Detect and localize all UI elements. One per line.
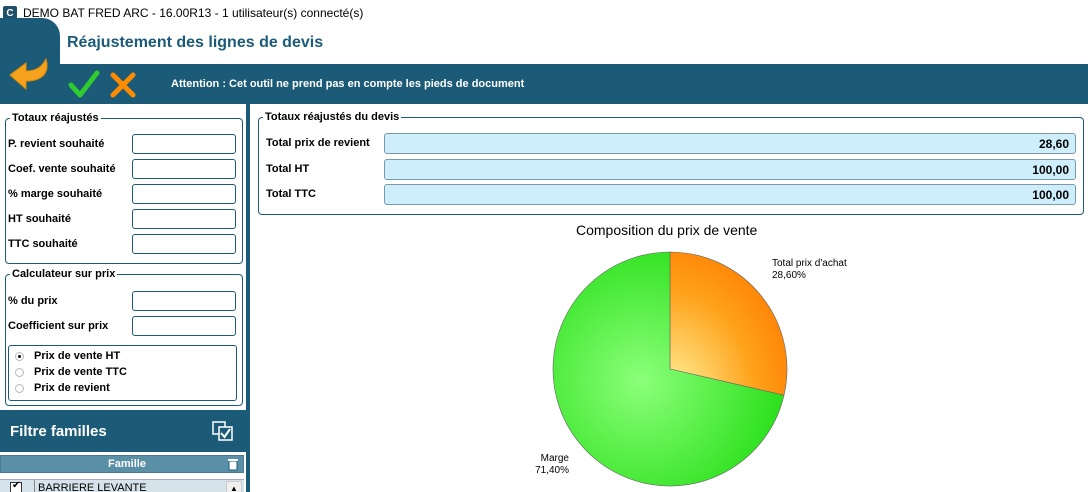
page-title: Réajustement des lignes de devis [67,34,324,51]
radio-label: Prix de vente TTC [34,366,127,378]
window-title: DEMO BAT FRED ARC - 16.00R13 - 1 utilisa… [23,6,364,20]
left-panel: Totaux réajustés P. revient souhaité Coe… [0,104,246,492]
row-checkbox[interactable] [10,480,22,492]
field-ttc: TTC souhaité [8,234,238,256]
filtre-familles-title: Filtre familles [10,423,107,440]
pct-prix-input[interactable] [132,291,236,311]
field-coef-vente: Coef. vente souhaité [8,159,238,181]
p-revient-input[interactable] [132,134,236,154]
radio-dot [15,383,24,393]
ttc-input[interactable] [132,234,236,254]
ht-input[interactable] [132,209,236,229]
radio-prix-vente-ht[interactable]: Prix de vente HT [15,348,120,364]
field-label: TTC souhaité [8,238,78,250]
field-marge: % marge souhaité [8,184,238,206]
price-type-radio-group: Prix de vente HT Prix de vente TTC Prix … [8,345,237,401]
header-bar [0,64,1088,104]
window-titlebar: C DEMO BAT FRED ARC - 16.00R13 - 1 utili… [0,0,1088,26]
totaux-reajustes-legend: Totaux réajustés [12,112,99,124]
column-famille[interactable]: Famille [37,458,217,470]
total-ttc-value: 100,00 [384,184,1076,205]
chart-title: Composition du prix de vente [576,222,758,238]
field-p-revient: P. revient souhaité [8,134,238,156]
header-top: Réajustement des lignes de devis [0,26,1088,64]
radio-dot [15,367,24,377]
total-label: Total TTC [266,188,316,200]
marge-input[interactable] [132,184,236,204]
radio-label: Prix de vente HT [34,350,121,362]
famille-table-header: Famille [0,455,244,473]
field-label: P. revient souhaité [8,138,105,150]
totaux-devis-legend: Totaux réajustés du devis [265,111,400,123]
field-label: HT souhaité [8,213,71,225]
radio-prix-vente-ttc[interactable]: Prix de vente TTC [15,364,127,380]
scroll-up-arrow-icon[interactable]: ▲ [226,481,242,492]
select-all-checkbox-icon[interactable] [212,421,234,441]
field-label: Coefficient sur prix [8,320,109,332]
back-arrow-icon[interactable] [6,55,54,95]
total-prix-revient-row: Total prix de revient 28,60 [266,133,1076,155]
trash-icon[interactable] [227,458,239,471]
row-separator [34,480,35,492]
pie-label-achat: Total prix d'achat 28,60% [772,258,847,282]
warning-message: Attention : Cet outil ne prend pas en co… [171,78,525,90]
panel-divider[interactable] [246,104,250,492]
total-ht-value: 100,00 [384,159,1076,180]
field-pct-prix: % du prix [8,291,238,313]
coefficient-input[interactable] [132,316,236,336]
field-ht: HT souhaité [8,209,238,231]
total-ht-row: Total HT 100,00 [266,159,1076,181]
total-label: Total prix de revient [266,137,370,149]
radio-dot [15,351,24,361]
table-row[interactable]: BARRIERE LEVANTE ▲ [0,479,244,492]
radio-prix-revient[interactable]: Prix de revient [15,380,110,396]
field-coefficient: Coefficient sur prix [8,316,238,338]
filtre-familles-header: Filtre familles [0,410,246,452]
total-prix-revient-value: 28,60 [384,133,1076,154]
total-ttc-row: Total TTC 100,00 [266,184,1076,206]
radio-label: Prix de revient [34,382,110,394]
validate-check-icon[interactable] [68,68,100,100]
calculateur-legend: Calculateur sur prix [12,268,116,280]
field-label: % du prix [8,295,58,307]
total-label: Total HT [266,163,310,175]
coef-vente-input[interactable] [132,159,236,179]
field-label: % marge souhaité [8,188,103,200]
famille-label: BARRIERE LEVANTE [38,482,147,492]
cancel-cross-icon[interactable] [108,70,138,100]
pie-label-marge: Marge 71,40% [531,453,569,477]
pie-label-achat-pct: 28,60% [772,270,806,281]
field-label: Coef. vente souhaité [8,163,116,175]
pie-label-marge-pct: 71,40% [535,465,569,476]
pie-label-achat-name: Total prix d'achat [772,258,847,269]
pie-label-marge-name: Marge [540,453,569,464]
